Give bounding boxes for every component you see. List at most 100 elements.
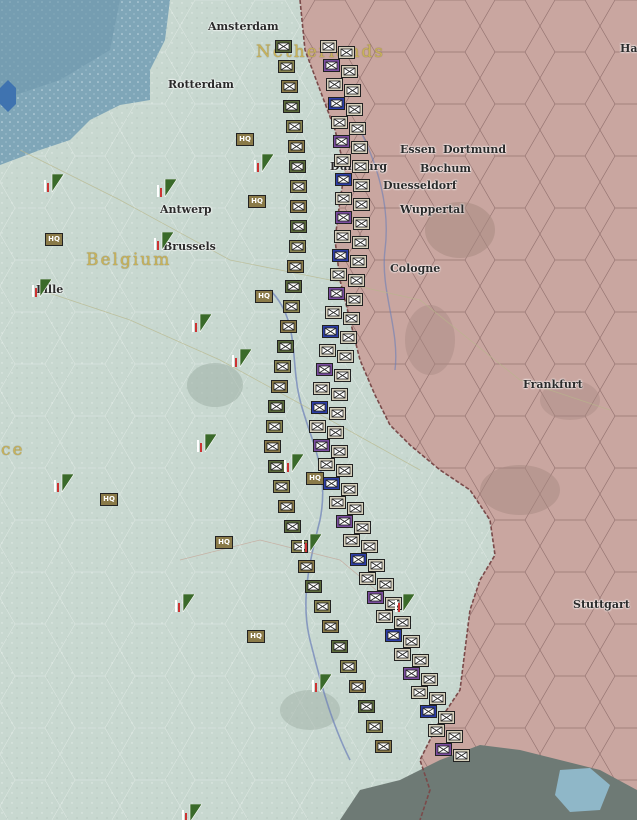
axis-unit-counter[interactable]	[323, 477, 340, 490]
axis-unit-counter[interactable]	[367, 591, 384, 604]
city-label-antwerp[interactable]: Antwerp	[160, 203, 212, 216]
axis-unit-counter[interactable]	[340, 331, 357, 344]
axis-unit-counter[interactable]	[412, 654, 429, 667]
hq-counter[interactable]: HQ	[306, 472, 324, 485]
allied-unit-counter[interactable]	[274, 360, 291, 373]
allied-unit-counter[interactable]	[278, 500, 295, 513]
axis-unit-counter[interactable]	[338, 46, 355, 59]
axis-unit-counter[interactable]	[331, 445, 348, 458]
axis-unit-counter[interactable]	[333, 135, 350, 148]
axis-unit-counter[interactable]	[326, 78, 343, 91]
strategic-map[interactable]: Netherlands Belgium France Amsterdam Rot…	[0, 0, 637, 820]
hq-counter[interactable]: HQ	[45, 233, 63, 246]
axis-unit-counter[interactable]	[309, 420, 326, 433]
allied-unit-counter[interactable]	[287, 260, 304, 273]
axis-unit-counter[interactable]	[325, 306, 342, 319]
axis-unit-counter[interactable]	[332, 249, 349, 262]
axis-unit-counter[interactable]	[341, 65, 358, 78]
hq-counter[interactable]: HQ	[247, 630, 265, 643]
axis-unit-counter[interactable]	[335, 173, 352, 186]
allied-unit-counter[interactable]	[289, 240, 306, 253]
axis-unit-counter[interactable]	[334, 154, 351, 167]
axis-unit-counter[interactable]	[352, 160, 369, 173]
axis-unit-counter[interactable]	[421, 673, 438, 686]
city-label-rotterdam[interactable]: Rotterdam	[168, 78, 234, 91]
allied-unit-counter[interactable]	[273, 480, 290, 493]
allied-unit-counter[interactable]	[264, 440, 281, 453]
axis-unit-counter[interactable]	[331, 116, 348, 129]
axis-unit-counter[interactable]	[350, 255, 367, 268]
axis-unit-counter[interactable]	[346, 103, 363, 116]
allied-unit-counter[interactable]	[305, 580, 322, 593]
axis-unit-counter[interactable]	[337, 350, 354, 363]
city-label-essen[interactable]: Essen	[400, 143, 436, 156]
axis-unit-counter[interactable]	[313, 439, 330, 452]
axis-unit-counter[interactable]	[329, 496, 346, 509]
axis-unit-counter[interactable]	[328, 287, 345, 300]
axis-unit-counter[interactable]	[446, 730, 463, 743]
axis-unit-counter[interactable]	[334, 230, 351, 243]
allied-unit-counter[interactable]	[375, 740, 392, 753]
axis-unit-counter[interactable]	[350, 553, 367, 566]
hq-counter[interactable]: HQ	[248, 195, 266, 208]
city-label-wuppertal[interactable]: Wuppertal	[400, 203, 464, 216]
allied-unit-counter[interactable]	[340, 660, 357, 673]
axis-unit-counter[interactable]	[353, 217, 370, 230]
hq-counter[interactable]: HQ	[255, 290, 273, 303]
axis-unit-counter[interactable]	[335, 192, 352, 205]
axis-unit-counter[interactable]	[361, 540, 378, 553]
axis-unit-counter[interactable]	[330, 268, 347, 281]
axis-unit-counter[interactable]	[322, 325, 339, 338]
allied-unit-counter[interactable]	[271, 380, 288, 393]
axis-unit-counter[interactable]	[377, 578, 394, 591]
allied-unit-counter[interactable]	[322, 620, 339, 633]
allied-unit-counter[interactable]	[275, 40, 292, 53]
axis-unit-counter[interactable]	[343, 312, 360, 325]
axis-unit-counter[interactable]	[352, 236, 369, 249]
axis-unit-counter[interactable]	[323, 59, 340, 72]
allied-unit-counter[interactable]	[289, 160, 306, 173]
axis-unit-counter[interactable]	[353, 179, 370, 192]
allied-unit-counter[interactable]	[366, 720, 383, 733]
allied-unit-counter[interactable]	[268, 400, 285, 413]
axis-unit-counter[interactable]	[341, 483, 358, 496]
allied-unit-counter[interactable]	[288, 140, 305, 153]
allied-unit-counter[interactable]	[281, 80, 298, 93]
axis-unit-counter[interactable]	[313, 382, 330, 395]
axis-unit-counter[interactable]	[428, 724, 445, 737]
allied-unit-counter[interactable]	[280, 320, 297, 333]
hq-counter[interactable]: HQ	[100, 493, 118, 506]
axis-unit-counter[interactable]	[329, 407, 346, 420]
city-label-cologne[interactable]: Cologne	[390, 262, 440, 275]
allied-unit-counter[interactable]	[286, 120, 303, 133]
axis-unit-counter[interactable]	[347, 502, 364, 515]
allied-unit-counter[interactable]	[349, 680, 366, 693]
axis-unit-counter[interactable]	[349, 122, 366, 135]
axis-unit-counter[interactable]	[311, 401, 328, 414]
allied-unit-counter[interactable]	[278, 60, 295, 73]
city-label-frankfurt[interactable]: Frankfurt	[523, 378, 583, 391]
axis-unit-counter[interactable]	[320, 40, 337, 53]
hq-counter[interactable]: HQ	[215, 536, 233, 549]
axis-unit-counter[interactable]	[316, 363, 333, 376]
city-label-duesseldorf[interactable]: Duesseldorf	[383, 179, 457, 192]
allied-unit-counter[interactable]	[331, 640, 348, 653]
axis-unit-counter[interactable]	[435, 743, 452, 756]
allied-unit-counter[interactable]	[283, 100, 300, 113]
axis-unit-counter[interactable]	[429, 692, 446, 705]
axis-unit-counter[interactable]	[335, 211, 352, 224]
allied-unit-counter[interactable]	[290, 220, 307, 233]
axis-unit-counter[interactable]	[453, 749, 470, 762]
axis-unit-counter[interactable]	[403, 667, 420, 680]
axis-unit-counter[interactable]	[336, 464, 353, 477]
allied-unit-counter[interactable]	[266, 420, 283, 433]
axis-unit-counter[interactable]	[385, 629, 402, 642]
axis-unit-counter[interactable]	[438, 711, 455, 724]
axis-unit-counter[interactable]	[334, 369, 351, 382]
allied-unit-counter[interactable]	[283, 300, 300, 313]
axis-unit-counter[interactable]	[368, 559, 385, 572]
axis-unit-counter[interactable]	[351, 141, 368, 154]
axis-unit-counter[interactable]	[348, 274, 365, 287]
axis-unit-counter[interactable]	[411, 686, 428, 699]
axis-unit-counter[interactable]	[343, 534, 360, 547]
